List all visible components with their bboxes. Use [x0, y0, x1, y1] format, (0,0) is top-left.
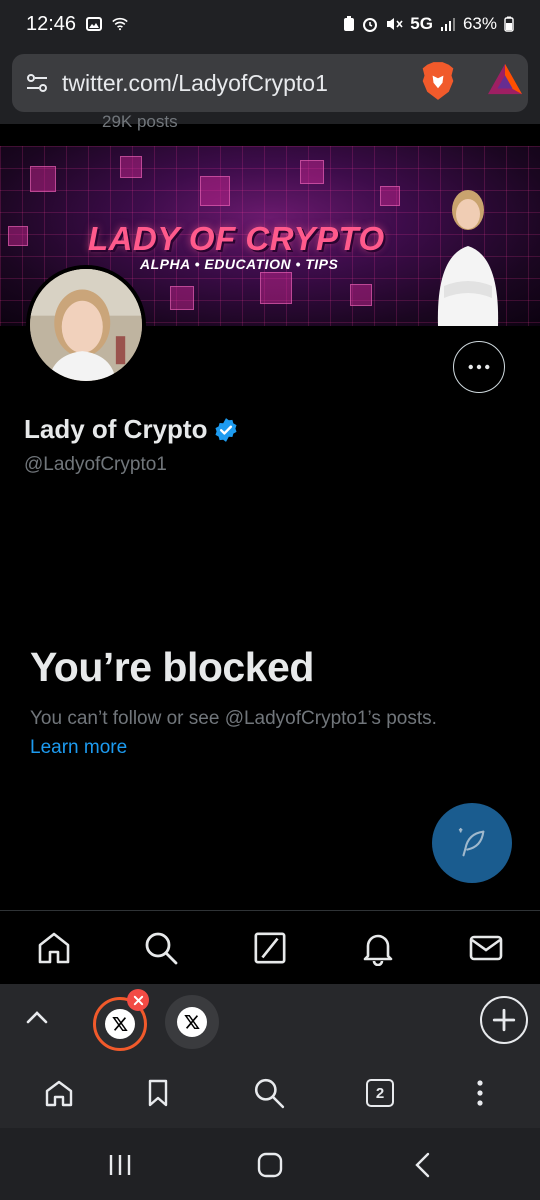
display-name: Lady of Crypto: [24, 414, 208, 444]
banner-subtitle: ALPHA • EDUCATION • TIPS: [140, 256, 339, 272]
compose-post-button[interactable]: [432, 803, 512, 883]
brave-rewards-icon[interactable]: [486, 62, 524, 96]
url-text[interactable]: twitter.com/LadyofCrypto1: [62, 70, 328, 97]
status-time: 12:46: [26, 12, 77, 35]
signal-icon: [440, 18, 455, 31]
wifi-icon: [112, 17, 128, 31]
battery-icon: [504, 16, 514, 32]
mute-icon: [387, 18, 403, 30]
mail-icon: [469, 935, 503, 961]
browser-address-area: twitter.com/LadyofCrypto1: [0, 48, 540, 124]
tab-strip: [0, 984, 540, 1060]
network-label: 5G: [410, 14, 433, 33]
tab-switcher-button[interactable]: 2: [363, 1076, 397, 1110]
more-options-button[interactable]: [453, 341, 505, 393]
compose-feather-icon: [458, 827, 485, 857]
blocked-message: You can’t follow or see @LadyofCrypto1’s…: [30, 708, 437, 729]
profile-handle: @LadyofCrypto1: [24, 454, 167, 475]
home-icon: [45, 1080, 73, 1107]
search-icon: [145, 932, 178, 965]
bell-icon: [363, 934, 393, 966]
bookmarks-button[interactable]: [141, 1076, 175, 1110]
nav-notifications-button[interactable]: [359, 929, 397, 967]
posts-count: 29K posts: [102, 112, 178, 131]
back-icon[interactable]: [410, 1152, 436, 1178]
alarm-icon: [363, 18, 378, 32]
grok-icon: [254, 932, 286, 964]
close-tab-icon[interactable]: [127, 989, 149, 1011]
home-nav-icon[interactable]: [257, 1152, 283, 1178]
x-logo-icon: [177, 1007, 207, 1037]
banner-title: LADY OF CRYPTO: [88, 220, 385, 257]
battery-saver-icon: [344, 16, 355, 31]
recent-apps-icon[interactable]: [107, 1152, 133, 1178]
learn-more-link[interactable]: Learn more: [30, 737, 127, 759]
browser-home-button[interactable]: [42, 1076, 76, 1110]
banner-person-image: [437, 190, 499, 326]
nav-grok-button[interactable]: [251, 929, 289, 967]
kebab-menu-icon: [477, 1080, 483, 1106]
verified-badge-icon[interactable]: [213, 417, 239, 443]
browser-menu-button[interactable]: [463, 1076, 497, 1110]
status-right: 5G 63%: [343, 14, 514, 34]
nav-search-button[interactable]: [142, 929, 180, 967]
browser-toolbar: 2: [0, 1060, 540, 1128]
tab-count: 2: [366, 1079, 394, 1107]
battery-percent: 63%: [462, 14, 497, 33]
tab-inactive[interactable]: [165, 995, 219, 1049]
brave-shields-icon[interactable]: [420, 61, 456, 101]
home-icon: [38, 932, 70, 964]
x-logo-icon: [105, 1009, 135, 1039]
site-settings-icon[interactable]: [24, 70, 50, 96]
bookmark-icon: [148, 1079, 168, 1107]
nav-home-button[interactable]: [35, 929, 73, 967]
avatar-photo: [30, 269, 142, 381]
plus-icon: [492, 1008, 516, 1032]
system-nav-bar: [0, 1128, 540, 1200]
nav-messages-button[interactable]: [467, 929, 505, 967]
blocked-title: You’re blocked: [30, 644, 314, 690]
status-bar: 12:46 5G 63%: [0, 0, 540, 48]
gallery-icon: [86, 17, 103, 31]
new-tab-button[interactable]: [480, 996, 528, 1044]
search-icon: [254, 1078, 285, 1109]
status-left: 12:46: [26, 13, 128, 36]
x-bottom-nav: [0, 910, 540, 984]
more-dots-icon: [468, 364, 490, 370]
profile-avatar[interactable]: [26, 265, 146, 385]
display-name-row: Lady of Crypto: [24, 414, 239, 445]
browser-search-button[interactable]: [252, 1076, 286, 1110]
chevron-up-icon[interactable]: [22, 1002, 52, 1032]
